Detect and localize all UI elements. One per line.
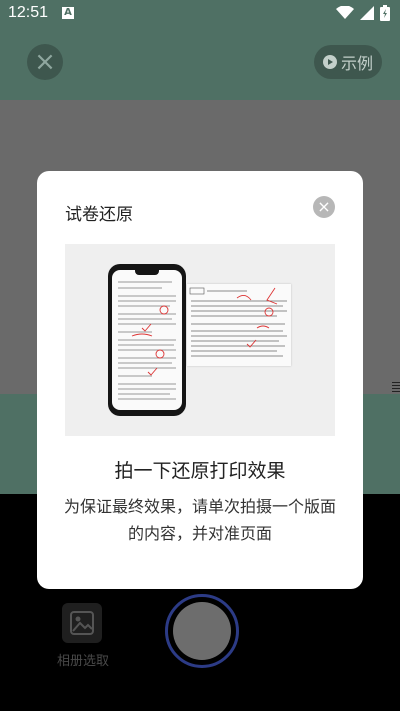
dialog-close-button[interactable]: × — [313, 196, 335, 218]
battery-icon — [380, 5, 390, 21]
scanned-paper-illustration — [118, 281, 176, 400]
album-label: 相册选取 — [56, 654, 109, 669]
dialog-illustration — [65, 244, 335, 436]
dialog-description: 为保证最终效果，请单次拍摄一个版面的内容，并对准页面 — [63, 497, 336, 543]
shutter-button[interactable] — [165, 594, 239, 668]
wifi-icon — [336, 6, 354, 19]
close-camera-button[interactable]: × — [27, 44, 63, 80]
restored-paper-illustration — [187, 284, 291, 366]
close-icon: × — [34, 47, 56, 77]
phone-illustration — [108, 264, 186, 416]
dialog-headline: 拍一下还原打印效果 — [114, 460, 286, 482]
play-icon — [322, 55, 337, 69]
phone-notch — [135, 270, 159, 275]
image-icon — [70, 611, 94, 635]
signal-icon — [360, 6, 374, 20]
phone-screen — [112, 270, 182, 410]
status-bar: 12:51 A — [0, 0, 400, 27]
notification-icon: A — [62, 7, 74, 19]
status-icons — [336, 5, 390, 21]
restore-paper-dialog: 试卷还原 × 拍一下还原打印效果 为保证最终效果，请单次拍摄一个版面的内容，并对… — [37, 171, 363, 589]
close-icon: × — [317, 197, 331, 216]
album-button[interactable] — [62, 603, 102, 643]
status-time: 12:51 — [8, 4, 49, 21]
example-button[interactable]: 示例 — [314, 45, 382, 79]
restored-paper-lines — [189, 287, 287, 357]
dialog-title: 试卷还原 — [65, 205, 133, 225]
example-label: 示例 — [340, 54, 373, 73]
drag-handle-icon[interactable] — [392, 382, 400, 394]
shutter-inner — [173, 602, 231, 660]
